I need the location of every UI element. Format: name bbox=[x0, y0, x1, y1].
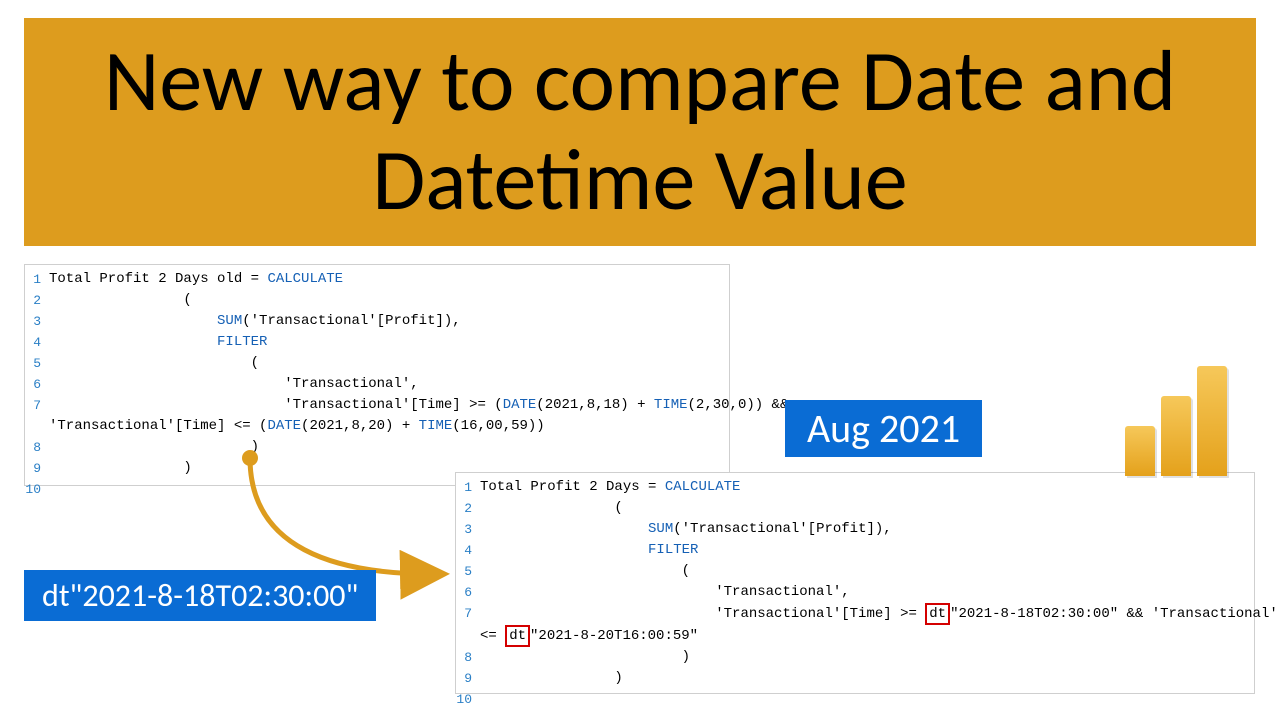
title-text: New way to compare Date and Datetime Val… bbox=[64, 33, 1216, 231]
code-text: 'Transactional', bbox=[49, 374, 419, 395]
code-box-new: 1Total Profit 2 Days = CALCULATE 2 ( 3 S… bbox=[455, 472, 1255, 694]
dt-literal-text: dt"2021-8-18T02:30:00" bbox=[42, 576, 358, 615]
code-text: ( bbox=[480, 498, 623, 519]
dt-literal-label: dt"2021-8-18T02:30:00" bbox=[24, 570, 376, 621]
code-text: ( bbox=[49, 290, 192, 311]
dt-highlight: dt bbox=[925, 603, 950, 625]
code-text: 'Transactional', bbox=[480, 582, 850, 603]
code-text bbox=[49, 479, 57, 500]
powerbi-logo-icon bbox=[1116, 356, 1236, 476]
code-text: SUM('Transactional'[Profit]), bbox=[480, 519, 892, 540]
code-text bbox=[480, 689, 488, 710]
code-text: ) bbox=[480, 668, 623, 689]
code-text: Total Profit 2 Days = CALCULATE bbox=[480, 477, 740, 498]
code-text: FILTER bbox=[480, 540, 698, 561]
title-banner: New way to compare Date and Datetime Val… bbox=[24, 18, 1256, 246]
code-text: SUM('Transactional'[Profit]), bbox=[49, 311, 461, 332]
code-text: ( bbox=[49, 353, 259, 374]
code-text: <= dt"2021-8-20T16:00:59" bbox=[480, 625, 698, 647]
code-text: ) bbox=[49, 458, 192, 479]
code-text: 'Transactional'[Time] <= (DATE(2021,8,20… bbox=[49, 416, 545, 437]
code-text: ( bbox=[480, 561, 690, 582]
code-text: 'Transactional'[Time] >= dt"2021-8-18T02… bbox=[480, 603, 1280, 625]
month-text: Aug 2021 bbox=[807, 404, 960, 453]
code-text: FILTER bbox=[49, 332, 267, 353]
code-text: 'Transactional'[Time] >= (DATE(2021,8,18… bbox=[49, 395, 788, 416]
dt-highlight: dt bbox=[505, 625, 530, 647]
code-text: ) bbox=[480, 647, 690, 668]
month-label: Aug 2021 bbox=[785, 400, 982, 457]
code-text: Total Profit 2 Days old = CALCULATE bbox=[49, 269, 343, 290]
